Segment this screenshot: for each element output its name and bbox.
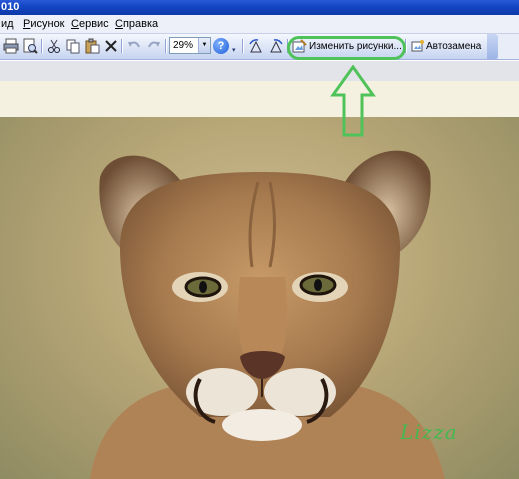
copy-icon[interactable]: [65, 38, 81, 54]
redo-icon[interactable]: [146, 38, 162, 54]
zoom-select[interactable]: 29% ▼: [169, 37, 211, 54]
autoreplace-icon: [411, 39, 425, 60]
window-title: 010: [1, 1, 20, 13]
print-icon[interactable]: [3, 38, 19, 54]
toolbar-overflow-chevron[interactable]: [487, 34, 498, 59]
autoreplace-button[interactable]: Автозамена: [409, 37, 487, 56]
toolbar: 29% ▼ ? ▾ Изменить рисунки... Автозамена: [0, 34, 519, 60]
cut-icon[interactable]: [46, 38, 62, 54]
menu-item-tools-rest: ервис: [78, 18, 109, 30]
highlight-oval: [287, 36, 406, 60]
paste-icon[interactable]: [84, 38, 100, 54]
title-bar: 010: [0, 0, 519, 15]
arrow-up-icon: [330, 65, 376, 137]
menu-item-picture-rest: исунок: [30, 18, 65, 30]
signature: Lizza: [400, 420, 458, 444]
canvas-background: [0, 81, 519, 117]
zoom-value: 29%: [173, 40, 194, 51]
menu-item-picture[interactable]: Рисунок: [23, 15, 65, 34]
toolbar-separator: [41, 39, 42, 53]
toolbar-empty-area: [498, 34, 519, 59]
toolbar-options-icon[interactable]: ▾: [232, 47, 239, 55]
toolbar-separator: [165, 39, 166, 53]
undo-icon[interactable]: [126, 38, 142, 54]
info-strip: [0, 61, 519, 81]
delete-icon[interactable]: [103, 38, 119, 54]
toolbar-separator: [242, 39, 243, 53]
menu-item-help-rest: правка: [122, 18, 159, 30]
rotate-left-icon[interactable]: [248, 38, 264, 54]
rotate-right-icon[interactable]: [268, 38, 284, 54]
toolbar-separator: [121, 39, 122, 53]
chevron-down-icon[interactable]: ▼: [198, 38, 210, 53]
menu-bar: ид Рисунок Сервис Справка: [0, 15, 519, 34]
menu-item-tools[interactable]: Сервис: [71, 15, 109, 34]
print-preview-icon[interactable]: [22, 38, 38, 54]
help-icon[interactable]: ?: [213, 38, 229, 54]
autoreplace-label: Автозамена: [426, 41, 482, 52]
menu-item-view[interactable]: ид: [1, 15, 14, 34]
menu-item-help[interactable]: Справка: [115, 15, 158, 34]
